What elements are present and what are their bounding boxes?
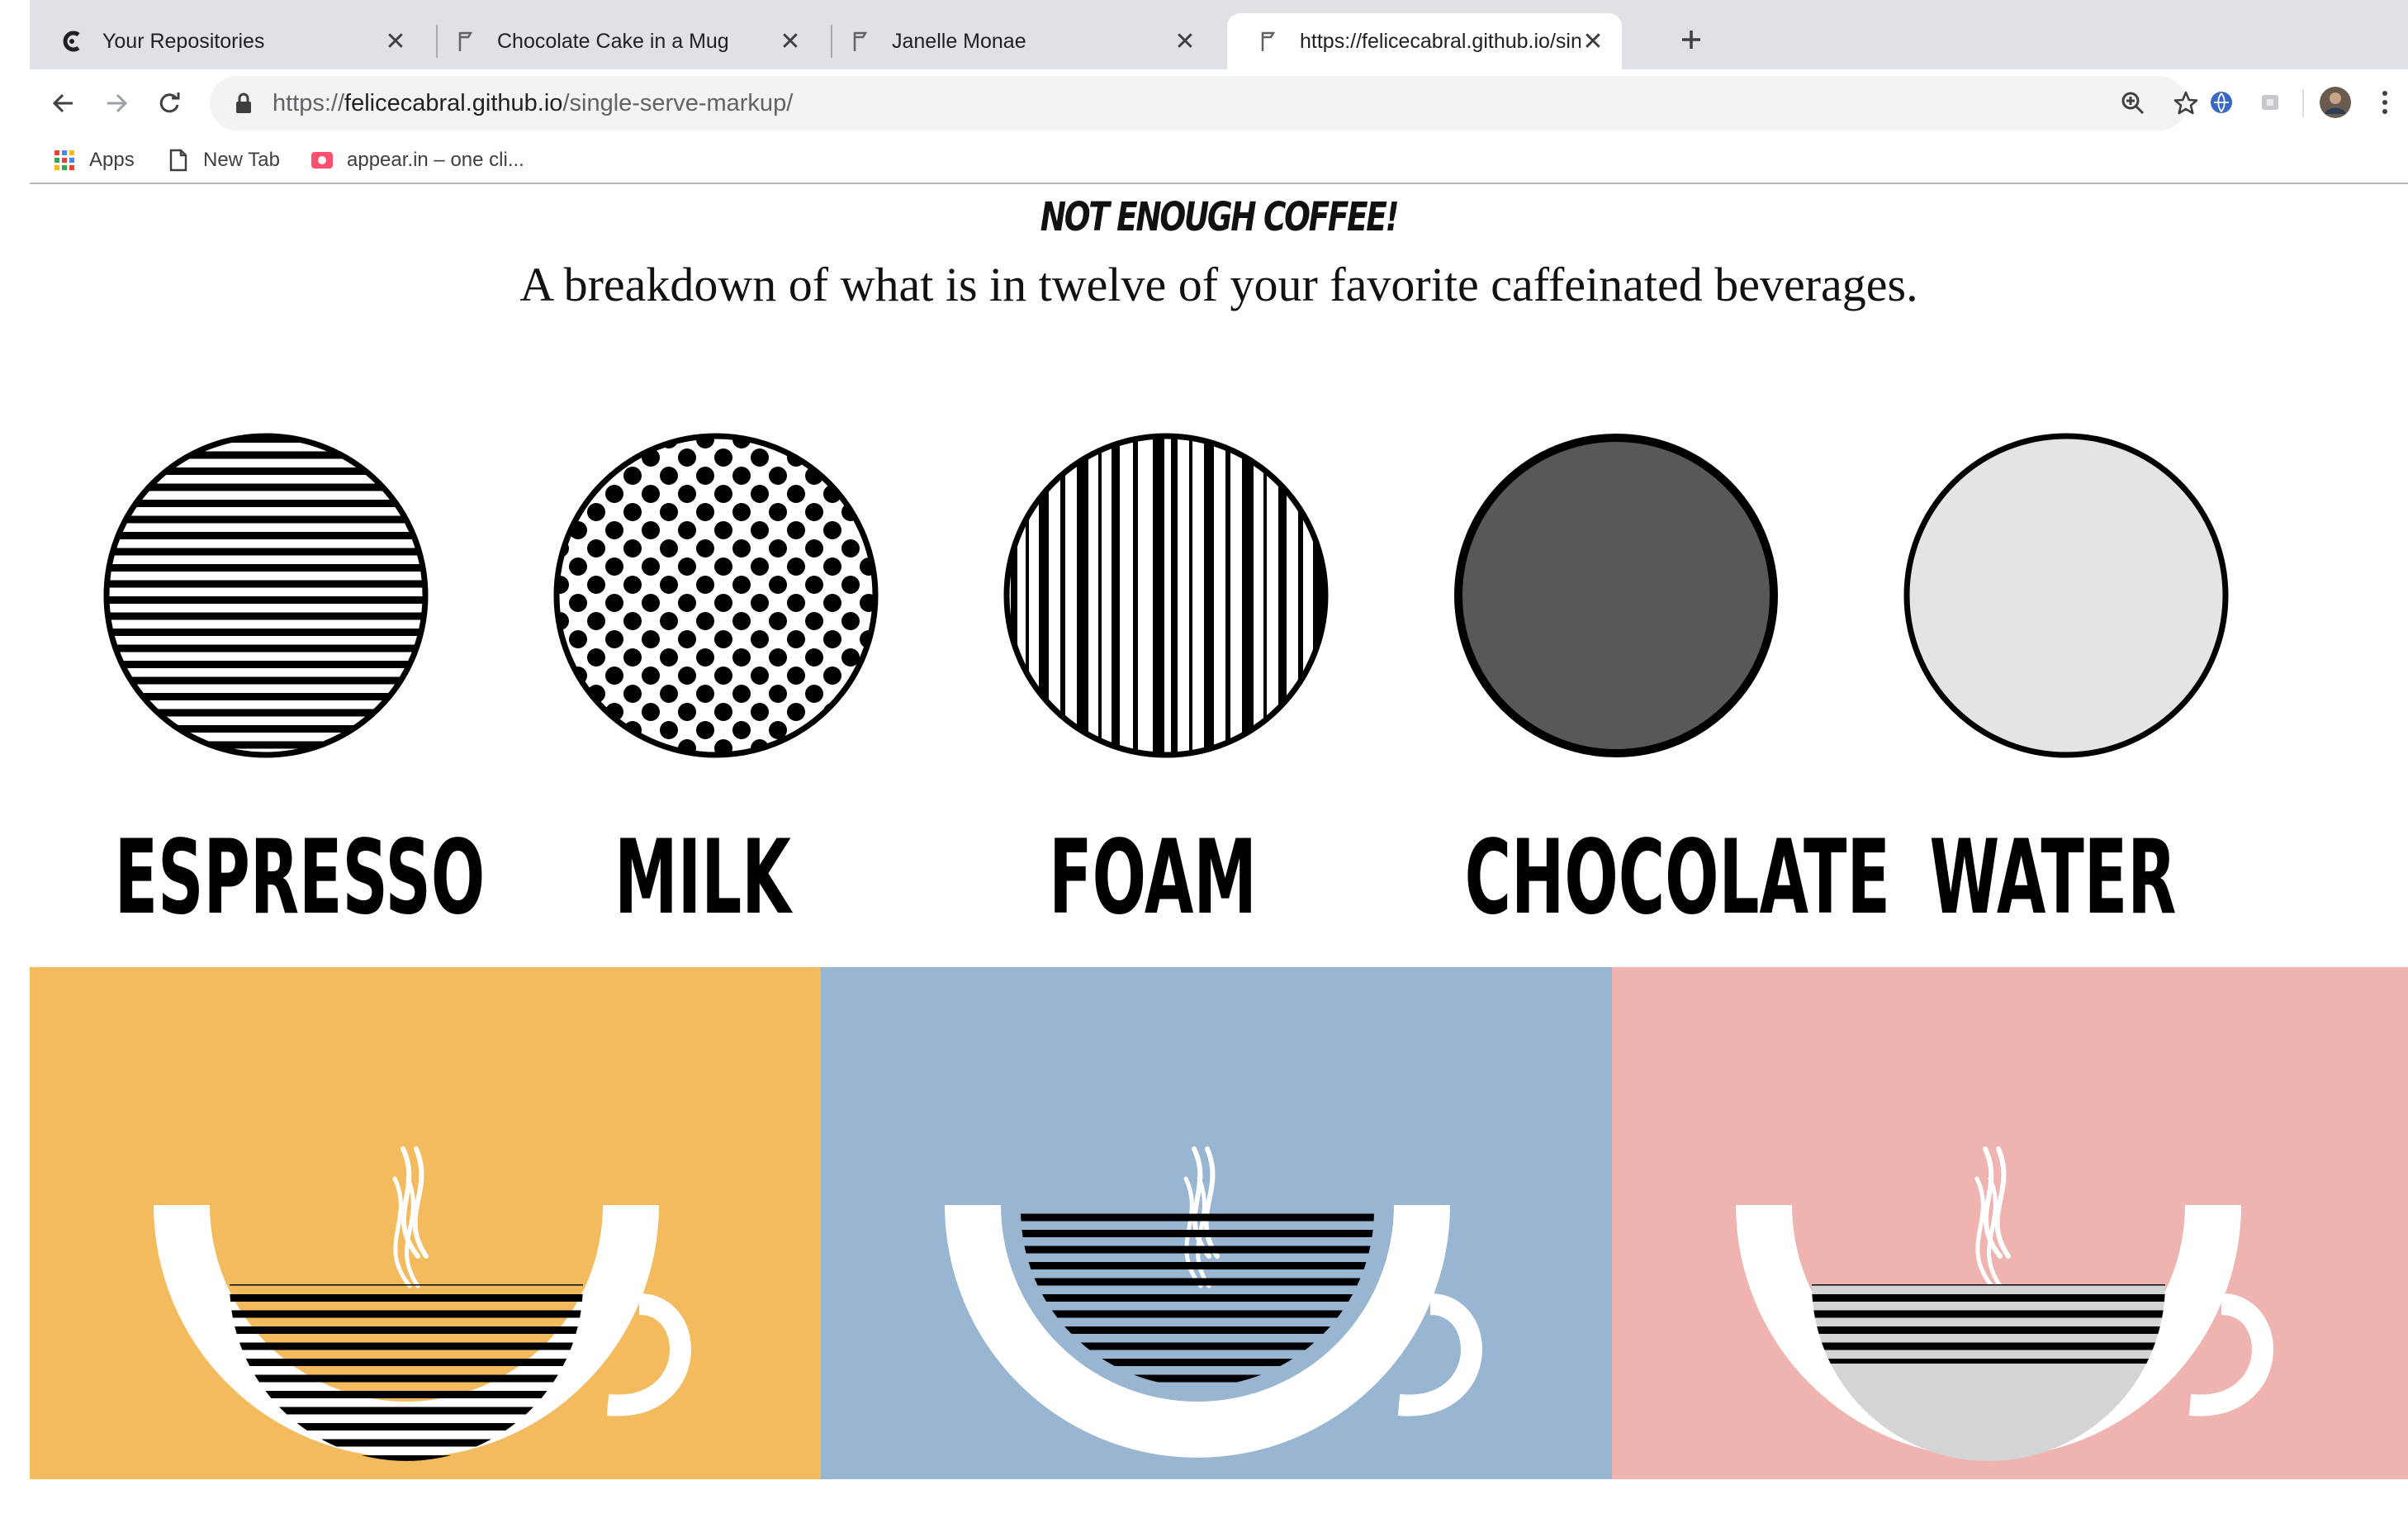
page-subtitle: A breakdown of what is in twelve of your… xyxy=(519,258,1918,311)
chocolate-swatch xyxy=(1454,434,1778,757)
legend-chocolate: CHOCOLATE xyxy=(1380,430,1890,975)
bookmark-new-tab[interactable]: New Tab xyxy=(167,137,280,183)
page-flag-icon xyxy=(454,29,479,54)
extension-puzzle-icon xyxy=(2262,95,2278,110)
apps-grid-icon xyxy=(53,149,76,172)
zoom-icon xyxy=(2121,92,2145,115)
extension-button[interactable] xyxy=(2203,84,2240,121)
close-icon[interactable]: ✕ xyxy=(1173,28,1197,55)
foam-swatch xyxy=(1003,433,1329,758)
tab-your-repositories[interactable]: Your Repositories ✕ xyxy=(30,13,424,69)
bookmarks-bar: Apps New Tab appear.in – one cli... xyxy=(30,137,2408,183)
tab-title: Your Repositories xyxy=(102,29,265,53)
avatar-icon xyxy=(2320,87,2351,118)
url-host: felicecabral.github.io xyxy=(344,89,563,116)
url-scheme: https:// xyxy=(273,89,345,116)
bookmark-apps[interactable]: Apps xyxy=(53,137,135,183)
legend-espresso: ESPRESSO xyxy=(30,430,486,975)
drink-panel-2 xyxy=(821,967,1612,1479)
extension-button[interactable] xyxy=(2253,84,2289,121)
legend-milk: MILK xyxy=(480,430,926,975)
browser-toolbar: https://felicecabral.github.io/single-se… xyxy=(30,69,2408,137)
reload-button[interactable] xyxy=(149,83,190,124)
tab-strip: Your Repositories ✕ Chocolate Cake in a … xyxy=(30,0,2408,69)
tab-title: Janelle Monae xyxy=(892,29,1026,53)
url-text: https://felicecabral.github.io/single-se… xyxy=(273,90,793,117)
toolbar-divider xyxy=(2302,89,2304,117)
browser-menu-button[interactable] xyxy=(2367,84,2403,121)
new-tab-button[interactable] xyxy=(1673,21,1709,58)
bookmark-appear-in[interactable]: appear.in – one cli... xyxy=(310,137,524,183)
milk-swatch xyxy=(553,433,879,758)
extension-globe-icon xyxy=(2211,92,2232,113)
water-swatch xyxy=(1903,433,2229,758)
drink-panel-1 xyxy=(30,967,821,1479)
url-path: /single-serve-markup/ xyxy=(562,89,794,116)
tab-janelle-monae[interactable]: Janelle Monae ✕ xyxy=(819,13,1214,69)
reload-icon xyxy=(159,93,180,113)
close-icon[interactable]: ✕ xyxy=(1581,28,1605,55)
espresso-swatch xyxy=(103,433,429,758)
kebab-menu-icon xyxy=(2382,91,2387,114)
zoom-button[interactable] xyxy=(2114,84,2152,122)
coffee-cup-illustration xyxy=(945,1146,1482,1458)
tab-title: Chocolate Cake in a Mug xyxy=(497,29,729,53)
arrow-right-icon xyxy=(107,93,128,113)
appear-in-icon xyxy=(310,149,334,172)
bookmark-star-button[interactable] xyxy=(2167,84,2205,122)
legend-label: ESPRESSO xyxy=(114,818,486,937)
legend-label: FOAM xyxy=(1049,818,1257,937)
arrow-left-icon xyxy=(52,93,73,113)
document-icon xyxy=(167,149,190,172)
bookmark-label: Apps xyxy=(89,149,135,171)
lock-icon xyxy=(235,91,254,116)
legend-label: MILK xyxy=(614,818,791,937)
tab-chocolate-cake[interactable]: Chocolate Cake in a Mug ✕ xyxy=(424,13,819,69)
close-icon[interactable]: ✕ xyxy=(383,28,408,55)
forward-button[interactable] xyxy=(96,83,137,124)
coffee-cup-illustration xyxy=(1736,1146,2273,1461)
drink-panel-3 xyxy=(1612,967,2408,1479)
page-title: NOT ENOUGH COFFEE! xyxy=(1040,194,1400,240)
legend-water: WATER xyxy=(1830,430,2276,975)
legend-label: CHOCOLATE xyxy=(1464,818,1890,937)
profile-avatar[interactable] xyxy=(2317,84,2353,121)
bookmark-label: appear.in – one cli... xyxy=(347,149,524,171)
web-page: NOT ENOUGH COFFEE! A breakdown of what i… xyxy=(30,184,2408,1523)
page-flag-icon xyxy=(1257,29,1282,54)
back-button[interactable] xyxy=(43,83,84,124)
tab-single-serve-markup[interactable]: https://felicecabral.github.io/single-se… xyxy=(1227,13,1622,69)
browser-chrome: Your Repositories ✕ Chocolate Cake in a … xyxy=(0,0,2408,185)
plus-icon xyxy=(1682,31,1700,49)
star-icon xyxy=(2173,91,2198,115)
close-icon[interactable]: ✕ xyxy=(778,28,803,55)
tab-title: https://felicecabral.github.io/single-se… xyxy=(1300,29,1581,53)
glitch-logo-icon xyxy=(59,29,84,54)
legend-label: WATER xyxy=(1929,818,2177,937)
page-flag-icon xyxy=(849,29,874,54)
coffee-cup-illustration xyxy=(154,1146,691,1461)
address-bar[interactable]: https://felicecabral.github.io/single-se… xyxy=(210,76,2198,130)
legend-foam: FOAM xyxy=(930,430,1376,975)
bookmark-label: New Tab xyxy=(203,149,280,171)
